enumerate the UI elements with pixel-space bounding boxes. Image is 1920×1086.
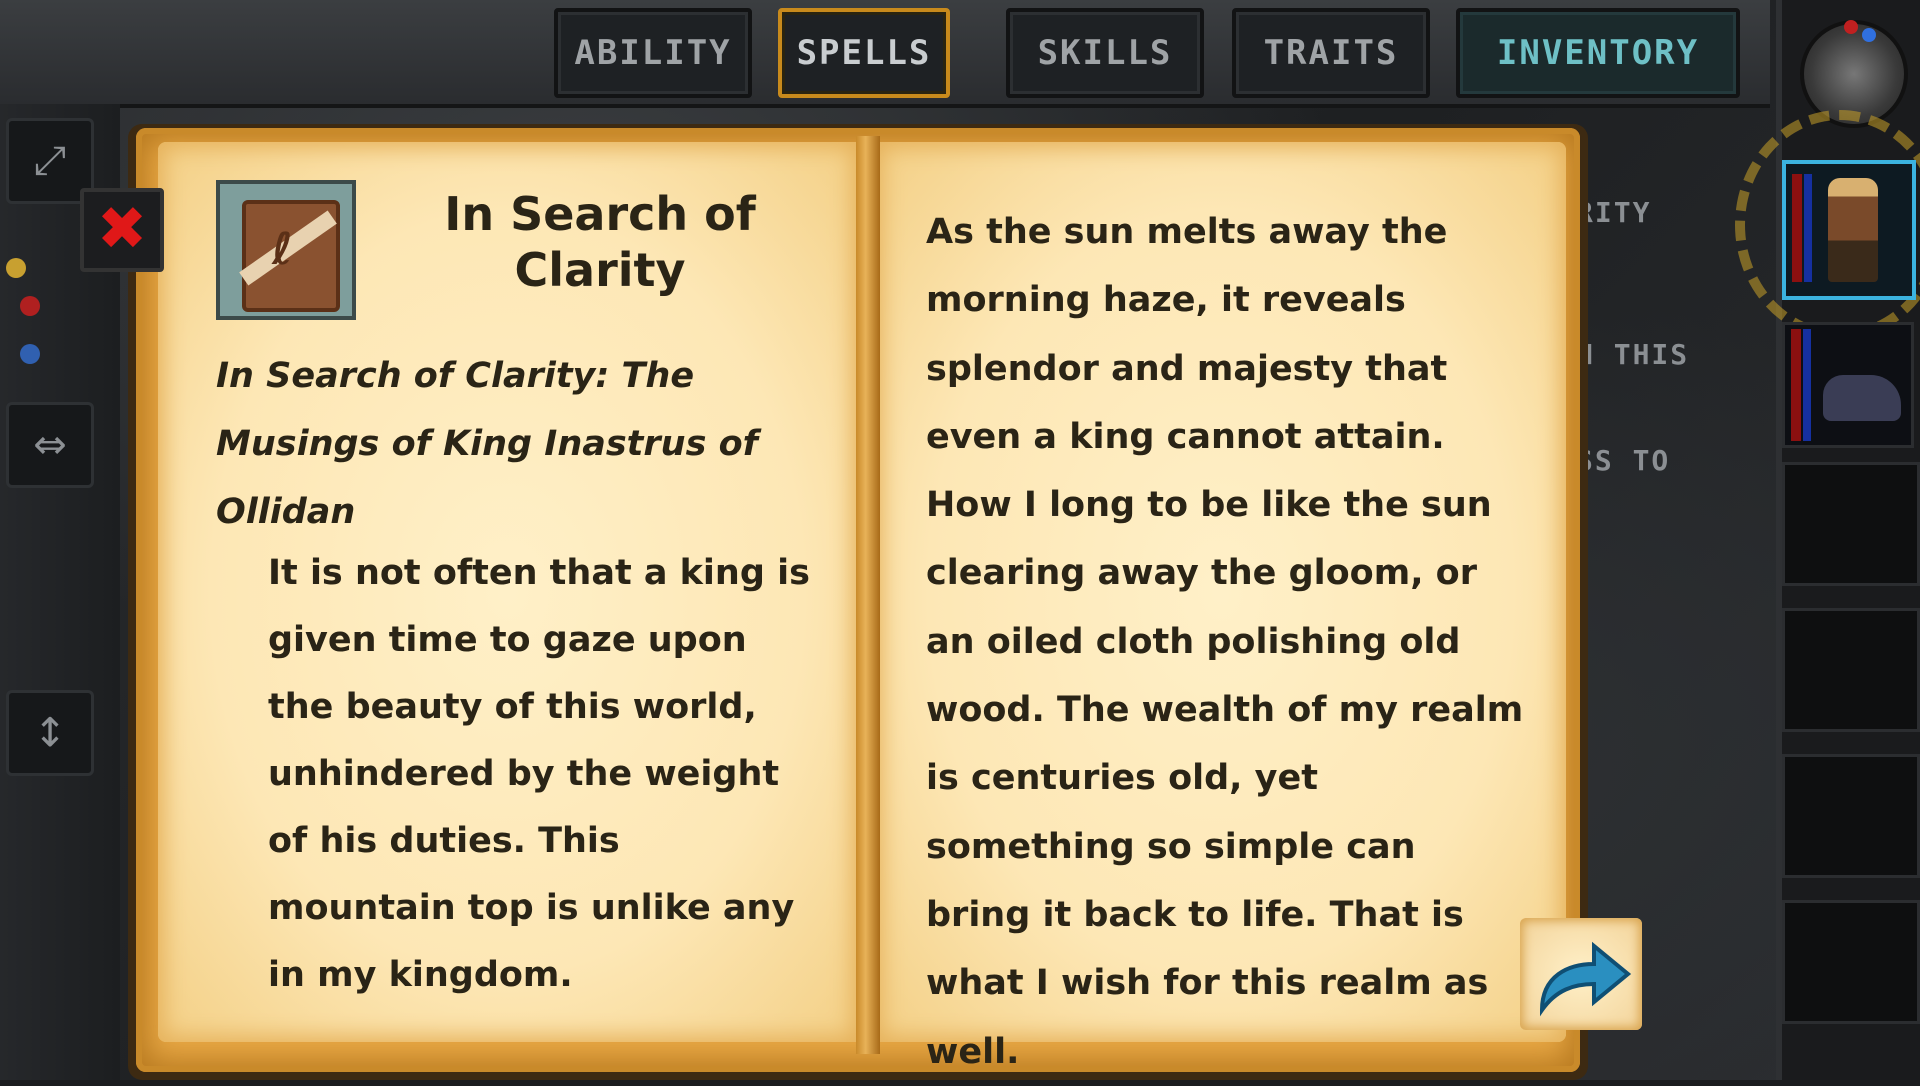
red-orb-icon	[20, 296, 40, 316]
sort-lines-icon[interactable]: ↕	[6, 690, 94, 776]
companion-health-bar	[1791, 329, 1801, 441]
tab-spells[interactable]: SPELLS	[778, 8, 950, 98]
book-title: In Search of Clarity	[444, 187, 756, 297]
tab-ability[interactable]: ABILITY	[554, 8, 752, 98]
next-page-arrow-icon[interactable]	[1528, 930, 1638, 1020]
party-slot-3[interactable]	[1782, 462, 1920, 586]
resize-horizontal-icon[interactable]: ⇔	[6, 402, 94, 488]
blue-orb-icon	[20, 344, 40, 364]
tab-skills[interactable]: SKILLS	[1006, 8, 1204, 98]
left-page-text: It is not often that a king is given tim…	[216, 540, 816, 1009]
tab-inventory[interactable]: INVENTORY	[1456, 8, 1740, 98]
close-button[interactable]: ✖	[80, 188, 164, 272]
panel-text-2: N THIS	[1576, 338, 1690, 371]
mana-bar	[1804, 174, 1812, 282]
book-scroll-icon: ℓ	[216, 180, 356, 320]
companion-portrait[interactable]	[1782, 322, 1914, 448]
party-slot-6[interactable]	[1782, 900, 1920, 1024]
hero-figure-icon	[1828, 178, 1878, 282]
book-spine	[856, 136, 880, 1054]
book-subtitle: In Search of Clarity: The Musings of Kin…	[216, 356, 758, 532]
party-slot-5[interactable]	[1782, 754, 1920, 878]
tome-glyph: ℓ	[272, 224, 293, 275]
tab-traits[interactable]: TRAITS	[1232, 8, 1430, 98]
left-page-paragraph: It is not often that a king is given tim…	[268, 553, 810, 995]
right-page-text: As the sun melts away the morning haze, …	[926, 212, 1524, 1072]
red-gem-icon	[1844, 20, 1858, 34]
health-bar	[1792, 174, 1802, 282]
party-slot-4[interactable]	[1782, 608, 1920, 732]
companion-mana-bar	[1803, 329, 1811, 441]
hero-portrait[interactable]	[1782, 160, 1916, 300]
panel-text-3: SS TO	[1576, 444, 1671, 477]
gold-orb-icon	[6, 258, 26, 278]
wolf-companion-icon	[1823, 375, 1901, 421]
blue-gem-icon	[1862, 28, 1876, 42]
